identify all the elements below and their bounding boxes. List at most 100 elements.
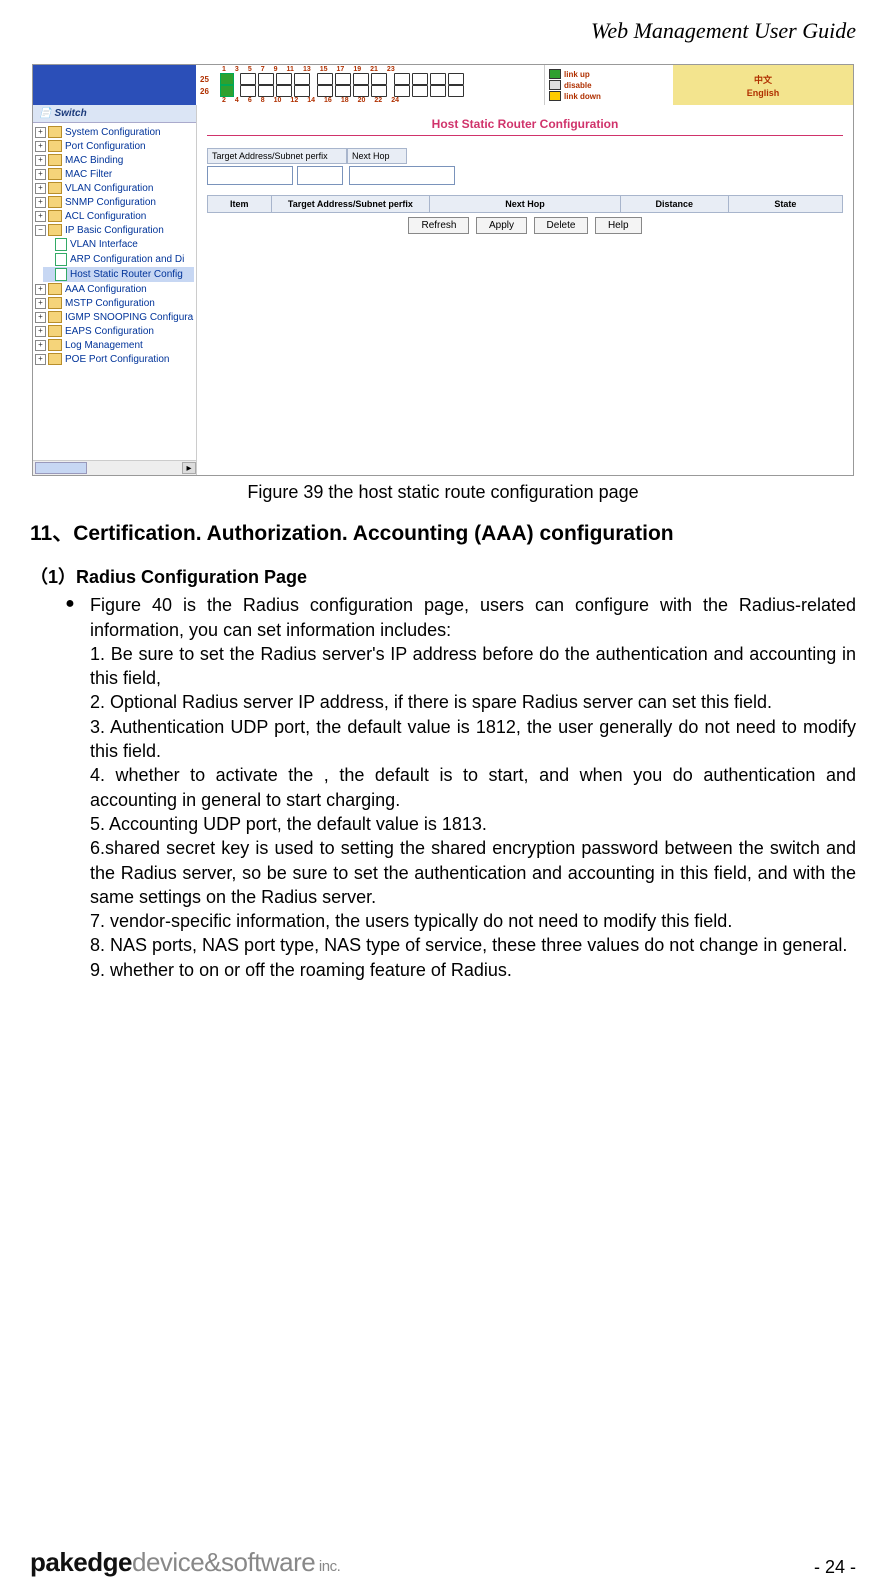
tree-item-vlan[interactable]: +VLAN Configuration <box>35 181 194 195</box>
port-icon <box>335 85 351 97</box>
port-icon <box>240 73 256 85</box>
main-title: Host Static Router Configuration <box>207 111 843 133</box>
legend-linkdown-icon <box>549 91 561 101</box>
port-num: 20 <box>358 97 366 104</box>
port-num: 7 <box>261 66 265 73</box>
lang-en-link[interactable]: English <box>747 88 780 98</box>
page-number: - 24 - <box>814 1557 856 1578</box>
expand-icon[interactable]: + <box>35 155 46 166</box>
legend-panel: link up disable link down <box>545 65 673 105</box>
port-num: 2 <box>222 97 226 104</box>
tree-item-aaa[interactable]: +AAA Configuration <box>35 282 194 296</box>
port-num: 12 <box>290 97 298 104</box>
legend-linkdown-label: link down <box>564 92 601 101</box>
port-icon <box>276 73 292 85</box>
tree-item-poe[interactable]: +POE Port Configuration <box>35 352 194 366</box>
page-icon <box>55 268 67 281</box>
tree-item-log[interactable]: +Log Management <box>35 338 194 352</box>
port-num: 5 <box>248 66 252 73</box>
port-num: 24 <box>391 97 399 104</box>
form-label-target: Target Address/Subnet perfix <box>207 148 347 164</box>
apply-button[interactable]: Apply <box>476 217 527 234</box>
tree-item-vlan-interface[interactable]: VLAN Interface <box>43 237 194 252</box>
tree-item-snmp[interactable]: +SNMP Configuration <box>35 195 194 209</box>
help-button[interactable]: Help <box>595 217 642 234</box>
folder-icon <box>48 353 62 365</box>
bullet-p1: 1. Be sure to set the Radius server's IP… <box>90 644 856 688</box>
expand-icon[interactable]: + <box>35 183 46 194</box>
port-num: 4 <box>235 97 239 104</box>
port-num: 10 <box>274 97 282 104</box>
tree-item-eaps[interactable]: +EAPS Configuration <box>35 324 194 338</box>
footer-logo: pakedgedevice&software inc. <box>30 1547 340 1578</box>
next-hop-input[interactable] <box>349 166 455 185</box>
port-num: 23 <box>387 66 395 73</box>
table-header-target: Target Address/Subnet perfix <box>271 196 430 213</box>
folder-icon <box>48 140 62 152</box>
figure-screenshot: 1 3 5 7 9 11 13 15 17 19 21 23 25 <box>32 64 854 476</box>
port-icon <box>371 85 387 97</box>
table-header-distance: Distance <box>620 196 728 213</box>
port-num: 9 <box>274 66 278 73</box>
expand-icon[interactable]: + <box>35 211 46 222</box>
port-num: 14 <box>307 97 315 104</box>
bullet-marker: ● <box>30 593 90 982</box>
scrollbar-right-arrow-icon[interactable]: ▸ <box>182 462 196 474</box>
tree-item-system[interactable]: +System Configuration <box>35 125 194 139</box>
refresh-button[interactable]: Refresh <box>408 217 469 234</box>
collapse-icon[interactable]: − <box>35 225 46 236</box>
page-icon <box>55 238 67 251</box>
target-address-input[interactable] <box>207 166 293 185</box>
folder-icon <box>48 154 62 166</box>
table-header-nexthop: Next Hop <box>430 196 621 213</box>
sidebar-scrollbar[interactable]: ▸ <box>33 460 196 475</box>
lang-cn-link[interactable]: 中文 <box>754 73 772 86</box>
port-icon <box>353 85 369 97</box>
expand-icon[interactable]: + <box>35 354 46 365</box>
tree-item-igmp[interactable]: +IGMP SNOOPING Configura <box>35 310 194 324</box>
port-icon <box>258 73 274 85</box>
tree-item-acl[interactable]: +ACL Configuration <box>35 209 194 223</box>
expand-icon[interactable]: + <box>35 312 46 323</box>
expand-icon[interactable]: + <box>35 141 46 152</box>
port-icon <box>412 73 428 85</box>
logo-inc: inc. <box>315 1558 340 1575</box>
sidebar: 📄Switch +System Configuration +Port Conf… <box>33 105 197 475</box>
port-row-label: 26 <box>200 87 218 96</box>
nav-tree: +System Configuration +Port Configuratio… <box>33 123 196 460</box>
port-icon <box>371 73 387 85</box>
section-heading: 11、Certification. Authorization. Account… <box>30 517 856 547</box>
tree-item-mac-binding[interactable]: +MAC Binding <box>35 153 194 167</box>
expand-icon[interactable]: + <box>35 169 46 180</box>
expand-icon[interactable]: + <box>35 298 46 309</box>
expand-icon[interactable]: + <box>35 284 46 295</box>
port-icon <box>294 73 310 85</box>
subnet-prefix-input[interactable] <box>297 166 343 185</box>
bullet-content: Figure 40 is the Radius configuration pa… <box>90 593 856 982</box>
main-content: Host Static Router Configuration Target … <box>197 105 853 475</box>
port-num: 13 <box>303 66 311 73</box>
expand-icon[interactable]: + <box>35 340 46 351</box>
scrollbar-thumb[interactable] <box>35 462 87 474</box>
delete-button[interactable]: Delete <box>534 217 589 234</box>
legend-disable-icon <box>549 80 561 90</box>
folder-icon <box>48 182 62 194</box>
tree-item-arp-config[interactable]: ARP Configuration and Di <box>43 252 194 267</box>
port-num: 15 <box>320 66 328 73</box>
tree-item-host-static[interactable]: Host Static Router Config <box>43 267 194 282</box>
tree-item-mstp[interactable]: +MSTP Configuration <box>35 296 194 310</box>
tree-item-ip-basic[interactable]: −IP Basic Configuration <box>35 223 194 237</box>
port-icon <box>448 73 464 85</box>
expand-icon[interactable]: + <box>35 127 46 138</box>
tree-item-port[interactable]: +Port Configuration <box>35 139 194 153</box>
tree-item-mac-filter[interactable]: +MAC Filter <box>35 167 194 181</box>
port-num: 21 <box>370 66 378 73</box>
folder-icon <box>48 210 62 222</box>
port-num: 17 <box>337 66 345 73</box>
sub-heading: （1）Radius Configuration Page <box>30 565 856 589</box>
expand-icon[interactable]: + <box>35 197 46 208</box>
expand-icon[interactable]: + <box>35 326 46 337</box>
port-icon <box>430 73 446 85</box>
bullet-p4: 4. whether to activate the , the default… <box>90 765 856 809</box>
logo-light: device&software <box>132 1547 315 1577</box>
